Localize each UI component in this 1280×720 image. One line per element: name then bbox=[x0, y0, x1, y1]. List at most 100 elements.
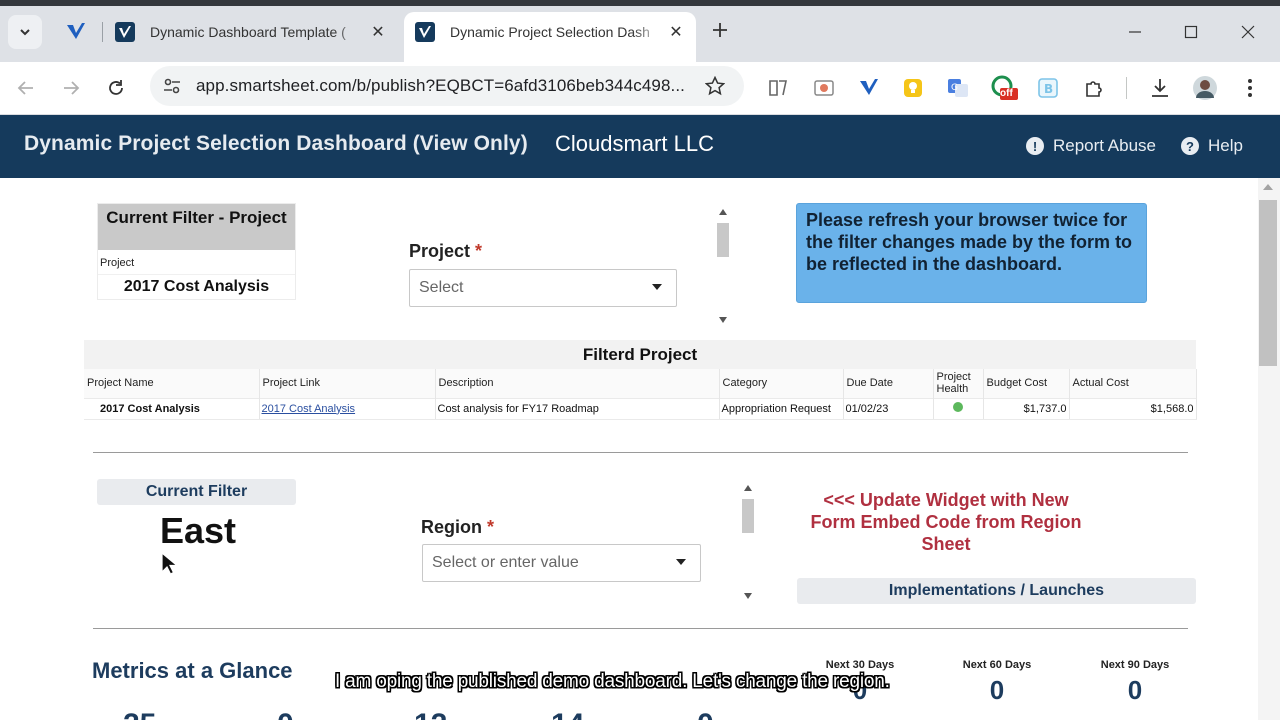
section-divider bbox=[93, 628, 1188, 629]
page-scrollbar[interactable] bbox=[1258, 178, 1280, 720]
arrow-right-icon bbox=[64, 81, 80, 95]
browser-menu-button[interactable] bbox=[1236, 74, 1264, 102]
cell-budget-cost: $1,737.0 bbox=[983, 397, 1070, 420]
report-abuse-label: Report Abuse bbox=[1053, 136, 1157, 155]
project-form-scrollbar[interactable] bbox=[714, 205, 732, 327]
smartsheet-logo-icon bbox=[860, 79, 878, 95]
plus-icon bbox=[713, 23, 727, 37]
metric-value-partial: 14 bbox=[551, 710, 584, 720]
metric-value-partial: 25 bbox=[123, 710, 156, 720]
cell-actual-cost: $1,568.0 bbox=[1069, 397, 1197, 420]
metric-value-partial: 0 bbox=[277, 710, 294, 720]
required-asterisk: * bbox=[475, 241, 483, 261]
region-form-scrollbar[interactable] bbox=[739, 481, 757, 603]
next-60-days-value: 0 bbox=[989, 675, 1005, 705]
extension-smartsheet-button[interactable] bbox=[855, 74, 883, 102]
maximize-button[interactable] bbox=[1176, 17, 1206, 47]
url-text: app.smartsheet.com/b/publish?EQBCT=6afd3… bbox=[196, 76, 685, 95]
svg-text:B: B bbox=[1044, 82, 1053, 96]
project-form-label: Project * bbox=[409, 241, 482, 262]
close-window-button[interactable] bbox=[1233, 17, 1263, 47]
current-region-value: East bbox=[160, 510, 237, 551]
avatar-icon bbox=[1193, 76, 1217, 100]
report-abuse-link[interactable]: ! Report Abuse bbox=[1026, 136, 1156, 156]
metrics-title: Metrics at a Glance bbox=[92, 658, 293, 683]
project-link[interactable]: 2017 Cost Analysis bbox=[262, 403, 356, 415]
mouse-cursor-icon bbox=[161, 552, 179, 575]
current-project-value: 2017 Cost Analysis bbox=[123, 278, 270, 295]
address-bar[interactable]: app.smartsheet.com/b/publish?EQBCT=6afd3… bbox=[150, 66, 744, 106]
column-header: Due Date bbox=[843, 369, 934, 398]
update-widget-note: <<< Update Widget with New Form Embed Co… bbox=[810, 490, 1082, 554]
close-tab-icon[interactable]: ✕ bbox=[664, 20, 688, 44]
close-icon bbox=[1241, 25, 1255, 39]
column-header: Project Link bbox=[259, 369, 436, 398]
scroll-down-arrow[interactable] bbox=[744, 593, 752, 599]
filtered-project-report: Filterd Project Project Name Project Lin… bbox=[84, 340, 1197, 421]
project-select[interactable]: Select bbox=[409, 269, 677, 307]
dropdown-caret-icon bbox=[676, 559, 686, 565]
column-header: Project Health bbox=[933, 369, 984, 398]
scroll-up-arrow[interactable] bbox=[744, 485, 752, 491]
extension-screenshot-button[interactable] bbox=[810, 74, 838, 102]
back-button[interactable] bbox=[10, 72, 42, 104]
scroll-up-arrow[interactable] bbox=[1263, 184, 1273, 190]
extension-translate-button[interactable]: G bbox=[944, 74, 972, 102]
pinned-tab[interactable] bbox=[56, 12, 96, 52]
region-select[interactable]: Select or enter value bbox=[422, 544, 701, 582]
scrollbar-thumb[interactable] bbox=[1259, 200, 1277, 366]
report-title: Filterd Project bbox=[84, 340, 1196, 369]
more-vertical-icon bbox=[1248, 79, 1252, 97]
tab-search-button[interactable] bbox=[8, 15, 42, 49]
smartsheet-logo-icon bbox=[115, 22, 135, 42]
scrollbar-thumb[interactable] bbox=[717, 223, 729, 257]
next-30-days-label: Next 30 Days bbox=[825, 659, 895, 671]
extension-off-badge: off bbox=[1000, 88, 1013, 99]
scroll-down-arrow[interactable] bbox=[719, 317, 727, 323]
site-info-icon bbox=[164, 78, 180, 94]
table-header-row: Project Name Project Link Description Ca… bbox=[84, 369, 1197, 398]
download-icon bbox=[1152, 79, 1168, 97]
health-status-dot-icon bbox=[953, 402, 963, 412]
minimize-button[interactable] bbox=[1120, 17, 1150, 47]
cell-description: Cost analysis for FY17 Roadmap bbox=[435, 397, 720, 420]
tab-dynamic-project-selection[interactable]: Dynamic Project Selection Dash ✕ bbox=[404, 12, 696, 62]
widget-title: Current Filter - Project bbox=[98, 204, 295, 250]
new-tab-button[interactable] bbox=[706, 16, 734, 44]
field-label: Project bbox=[98, 250, 295, 275]
extension-notes-button[interactable] bbox=[899, 74, 927, 102]
extension-bold-button[interactable]: B bbox=[1034, 74, 1062, 102]
smartsheet-logo-icon bbox=[415, 22, 435, 42]
reload-button[interactable] bbox=[100, 72, 132, 104]
metric-value-partial: 0 bbox=[697, 710, 714, 720]
next-90-days-label: Next 90 Days bbox=[1100, 659, 1170, 671]
profile-avatar-button[interactable] bbox=[1191, 74, 1219, 102]
project-label-text: Project bbox=[409, 241, 471, 261]
refresh-instruction-note: Please refresh your browser twice for th… bbox=[796, 203, 1147, 303]
tab-dynamic-dashboard-template[interactable]: Dynamic Dashboard Template ( ✕ bbox=[108, 12, 398, 52]
downloads-button[interactable] bbox=[1146, 74, 1174, 102]
project-table: Project Name Project Link Description Ca… bbox=[84, 369, 1197, 420]
extension-reader-button[interactable] bbox=[764, 74, 792, 102]
bookmark-star-button[interactable] bbox=[702, 73, 728, 99]
forward-button[interactable] bbox=[55, 72, 87, 104]
extensions-menu-button[interactable] bbox=[1080, 74, 1108, 102]
column-header: Actual Cost bbox=[1069, 369, 1197, 398]
metric-value-partial: 12 bbox=[414, 710, 447, 720]
exclamation-icon: ! bbox=[1026, 137, 1044, 155]
cell-project-link: 2017 Cost Analysis bbox=[259, 397, 436, 420]
reading-mode-icon bbox=[769, 80, 787, 96]
star-icon bbox=[705, 76, 725, 96]
column-header: Category bbox=[719, 369, 844, 398]
column-header: Budget Cost bbox=[983, 369, 1070, 398]
scrollbar-thumb[interactable] bbox=[742, 499, 754, 533]
close-tab-icon[interactable]: ✕ bbox=[366, 20, 390, 44]
maximize-icon bbox=[1184, 25, 1198, 39]
help-link[interactable]: ? Help bbox=[1181, 136, 1243, 156]
reload-icon bbox=[109, 80, 123, 95]
current-project-filter-widget: Current Filter - Project Project 2017 Co… bbox=[97, 203, 296, 300]
tab-title: Dynamic Project Selection Dash bbox=[450, 24, 650, 40]
tab-title: Dynamic Dashboard Template ( bbox=[150, 24, 346, 40]
extension-grammar-button[interactable]: off bbox=[990, 74, 1018, 102]
scroll-up-arrow[interactable] bbox=[719, 209, 727, 215]
